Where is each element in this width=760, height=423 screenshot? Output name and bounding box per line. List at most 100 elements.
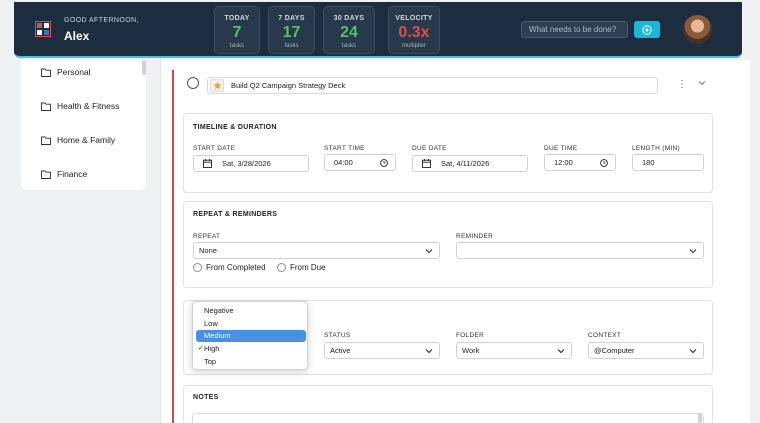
priority-option-top[interactable]: Top — [196, 356, 306, 368]
stat-7-days: 7 DAYS 17 tasks — [268, 6, 315, 54]
due-date-label: DUE DATE — [412, 145, 447, 152]
star-toggle[interactable] — [210, 79, 224, 92]
priority-option-negative[interactable]: Negative — [196, 305, 306, 317]
due-date-value: Sat, 4/11/2026 — [441, 159, 490, 168]
sidebar-item-personal[interactable]: Personal — [41, 67, 91, 77]
sidebar-item-finance[interactable]: Finance — [41, 169, 87, 179]
more-options-icon[interactable]: ⋮ — [677, 79, 687, 90]
folder-value: Work — [462, 346, 480, 355]
from-due-radio[interactable]: From Due — [277, 263, 326, 272]
stat-label: 30 DAYS — [333, 15, 365, 22]
stat-today: TODAY 7 tasks — [214, 6, 260, 54]
header-bar: GOOD AFTERNOON, Alex TODAY 7 tasks 7 DAY… — [14, 2, 742, 58]
due-date-input[interactable]: Sat, 4/11/2026 — [412, 155, 528, 172]
radio-circle — [277, 263, 286, 272]
sidebar-item-label: Health & Fitness — [57, 101, 120, 111]
status-select[interactable]: Active — [324, 342, 440, 359]
task-title: Build Q2 Campaign Strategy Deck — [231, 81, 346, 90]
quick-add-input[interactable] — [521, 21, 628, 38]
context-label: CONTEXT — [588, 332, 622, 339]
length-label: LENGTH (MIN) — [632, 145, 681, 152]
priority-dropdown-menu: Negative Low Medium ✓ High Top — [192, 301, 308, 370]
task-title-field[interactable]: Build Q2 Campaign Strategy Deck — [207, 77, 658, 94]
status-label: STATUS — [324, 332, 351, 339]
avatar[interactable] — [683, 15, 712, 44]
start-date-label: START DATE — [193, 145, 236, 152]
stat-value: 17 — [282, 24, 301, 41]
option-label: Top — [204, 357, 217, 366]
priority-option-low[interactable]: Low — [196, 318, 306, 330]
chevron-down-icon — [689, 249, 697, 254]
notes-scrollbar[interactable] — [698, 413, 702, 423]
reminder-select[interactable] — [456, 242, 704, 259]
chevron-down-icon — [425, 349, 433, 354]
repeat-select[interactable]: None — [193, 242, 440, 259]
start-date-value: Sat, 3/28/2026 — [222, 159, 271, 168]
stat-30-days: 30 DAYS 24 tasks — [323, 6, 375, 54]
task-complete-checkbox[interactable] — [187, 77, 199, 89]
option-label: Low — [204, 319, 218, 328]
clock-icon — [380, 159, 388, 167]
folder-icon — [41, 68, 51, 77]
start-time-input[interactable]: 04:00 — [324, 154, 396, 171]
folder-icon — [41, 102, 51, 111]
stat-label: 7 DAYS — [278, 15, 305, 22]
radio-label: From Due — [290, 263, 326, 272]
stat-sub: tasks — [341, 43, 356, 49]
radio-circle — [193, 263, 202, 272]
folder-icon — [41, 170, 51, 179]
greeting-text: GOOD AFTERNOON, — [64, 17, 139, 24]
priority-option-medium[interactable]: Medium — [196, 330, 306, 342]
due-time-input[interactable]: 12:00 — [544, 154, 616, 171]
stat-value: 7 — [232, 24, 242, 41]
quick-add-button[interactable] — [634, 21, 660, 38]
start-time-label: START TIME — [324, 145, 365, 152]
context-value: @Computer — [594, 346, 635, 355]
context-select[interactable]: @Computer — [588, 342, 704, 359]
length-input[interactable]: 180 — [632, 154, 704, 171]
calendar-icon — [422, 159, 431, 168]
radio-label: From Completed — [206, 263, 266, 272]
calendar-icon — [203, 159, 212, 168]
stat-sub: multiplier — [401, 43, 426, 49]
sidebar-item-health-fitness[interactable]: Health & Fitness — [41, 101, 119, 111]
section-title: NOTES — [193, 394, 219, 401]
folder-label: FOLDER — [456, 332, 485, 339]
section-title: REPEAT & REMINDERS — [193, 211, 278, 218]
sidebar-item-label: Personal — [57, 67, 91, 77]
stat-value: 0.3x — [398, 24, 430, 41]
sidebar-scrollbar[interactable] — [142, 60, 146, 75]
priority-option-high[interactable]: ✓ High — [196, 343, 306, 355]
timeline-section: TIMELINE & DURATION — [183, 113, 713, 193]
collapse-chevron-icon[interactable] — [698, 80, 706, 86]
notes-textarea[interactable] — [192, 413, 704, 423]
start-date-input[interactable]: Sat, 3/28/2026 — [193, 155, 309, 172]
sidebar-item-home-family[interactable]: Home & Family — [41, 135, 115, 145]
status-value: Active — [330, 346, 351, 355]
user-name: Alex — [64, 29, 90, 43]
due-time-label: DUE TIME — [544, 145, 578, 152]
chevron-down-icon — [425, 249, 433, 254]
start-time-value: 04:00 — [334, 158, 353, 167]
chevron-down-icon — [689, 349, 697, 354]
due-time-value: 12:00 — [554, 158, 573, 167]
sidebar-item-label: Home & Family — [57, 135, 116, 145]
stat-velocity: VELOCITY 0.3x multiplier — [388, 6, 440, 54]
repeat-value: None — [199, 246, 217, 255]
app-logo-icon — [35, 21, 51, 37]
plus-circle-icon — [642, 24, 652, 35]
option-label: High — [204, 344, 220, 353]
folder-select[interactable]: Work — [456, 342, 572, 359]
length-value: 180 — [642, 158, 655, 167]
stat-label: VELOCITY — [395, 15, 433, 22]
from-completed-radio[interactable]: From Completed — [193, 263, 266, 272]
priority-indicator-line — [172, 70, 174, 423]
reminder-label: REMINDER — [456, 233, 494, 240]
option-label: Negative — [204, 306, 234, 315]
clock-icon — [600, 159, 608, 167]
section-title: TIMELINE & DURATION — [193, 124, 277, 131]
stat-value: 24 — [340, 24, 358, 41]
sidebar-item-label: Finance — [57, 169, 88, 179]
stat-label: TODAY — [224, 15, 250, 22]
stat-sub: tasks — [284, 43, 299, 49]
